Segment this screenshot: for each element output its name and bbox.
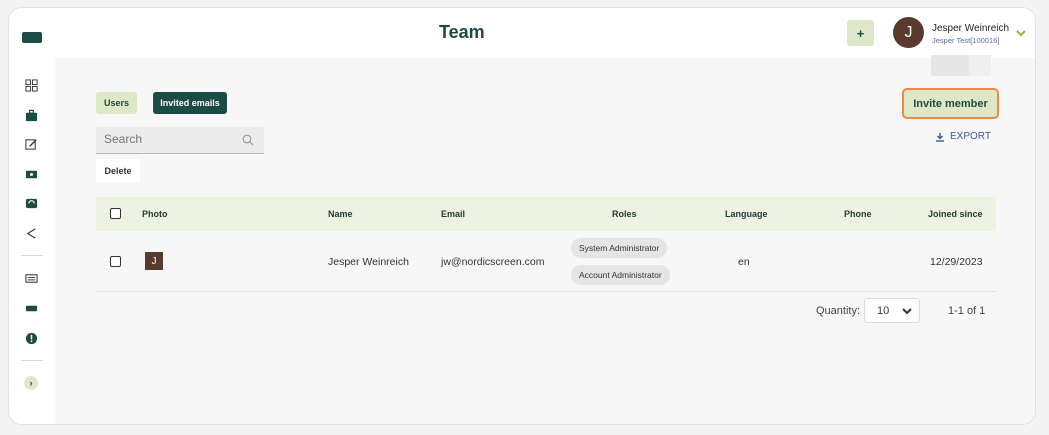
member-language: en [738, 256, 750, 268]
main-content: Users Invited emails Invite member EXPOR… [55, 55, 1035, 424]
share-icon[interactable] [24, 226, 38, 240]
keyboard-icon[interactable] [24, 271, 38, 285]
add-button[interactable]: + [847, 20, 874, 46]
page-title: Team [439, 22, 485, 42]
download-icon [936, 132, 944, 142]
chevron-down-icon [902, 308, 912, 315]
chevron-down-icon[interactable] [1015, 28, 1027, 38]
column-header-joined-since: Joined since [928, 209, 983, 219]
app-window: › Team + J Jesper Weinreich Jesper Test[… [8, 7, 1036, 425]
export-label: EXPORT [950, 131, 991, 142]
column-header-name: Name [328, 209, 353, 219]
quantity-select[interactable]: 10 [864, 298, 920, 323]
search-icon[interactable] [242, 134, 254, 146]
delete-button[interactable]: Delete [96, 159, 140, 182]
invite-member-button[interactable]: Invite member [902, 88, 999, 119]
column-header-email: Email [441, 209, 466, 219]
pagination-range: 1-1 of 1 [948, 305, 986, 317]
quantity-value: 10 [877, 304, 890, 317]
expand-sidebar-button[interactable]: › [24, 376, 38, 390]
member-joined-date: 12/29/2023 [930, 256, 983, 268]
column-header-language: Language [725, 209, 768, 219]
column-header-photo: Photo [142, 209, 168, 219]
placeholder-block [931, 55, 991, 76]
user-organization: Jesper Test[100016] [932, 36, 1000, 45]
app-logo[interactable] [22, 32, 42, 43]
top-bar: Team + J Jesper Weinreich Jesper Test[10… [55, 8, 1035, 58]
rectangle-icon[interactable] [24, 301, 38, 315]
chevron-right-icon: › [29, 378, 33, 388]
table-row[interactable]: J Jesper Weinreich jw@nordicscreen.com S… [96, 231, 996, 292]
plus-icon: + [856, 25, 865, 41]
info-icon[interactable] [24, 331, 38, 345]
column-header-phone: Phone [844, 209, 872, 219]
tab-invited-emails[interactable]: Invited emails [153, 92, 227, 114]
quantity-label: Quantity: [816, 305, 861, 317]
search-input[interactable] [104, 132, 234, 146]
sidebar-divider [21, 360, 43, 361]
member-name: Jesper Weinreich [328, 256, 409, 268]
edit-icon[interactable] [24, 137, 38, 151]
row-checkbox[interactable] [110, 256, 121, 267]
role-badge: System Administrator [571, 238, 668, 258]
user-avatar[interactable]: J [893, 17, 924, 48]
briefcase-icon[interactable] [24, 108, 38, 122]
table-header: Photo Name Email Roles Language Phone Jo… [96, 197, 996, 231]
user-name[interactable]: Jesper Weinreich [932, 23, 1009, 34]
dashboard-icon[interactable] [24, 78, 38, 92]
select-all-checkbox[interactable] [110, 208, 121, 219]
member-photo: J [145, 252, 163, 270]
member-email: jw@nordicscreen.com [441, 256, 545, 268]
members-table: Photo Name Email Roles Language Phone Jo… [96, 197, 996, 292]
refresh-icon[interactable] [24, 196, 38, 210]
display-icon[interactable] [24, 167, 38, 181]
role-badge: Account Administrator [571, 265, 670, 285]
column-header-roles: Roles [612, 209, 637, 219]
sidebar-divider [21, 255, 43, 256]
sidebar: › [9, 8, 55, 424]
export-button[interactable]: EXPORT [935, 131, 991, 142]
tab-users[interactable]: Users [96, 92, 137, 114]
search-box[interactable] [96, 127, 264, 154]
